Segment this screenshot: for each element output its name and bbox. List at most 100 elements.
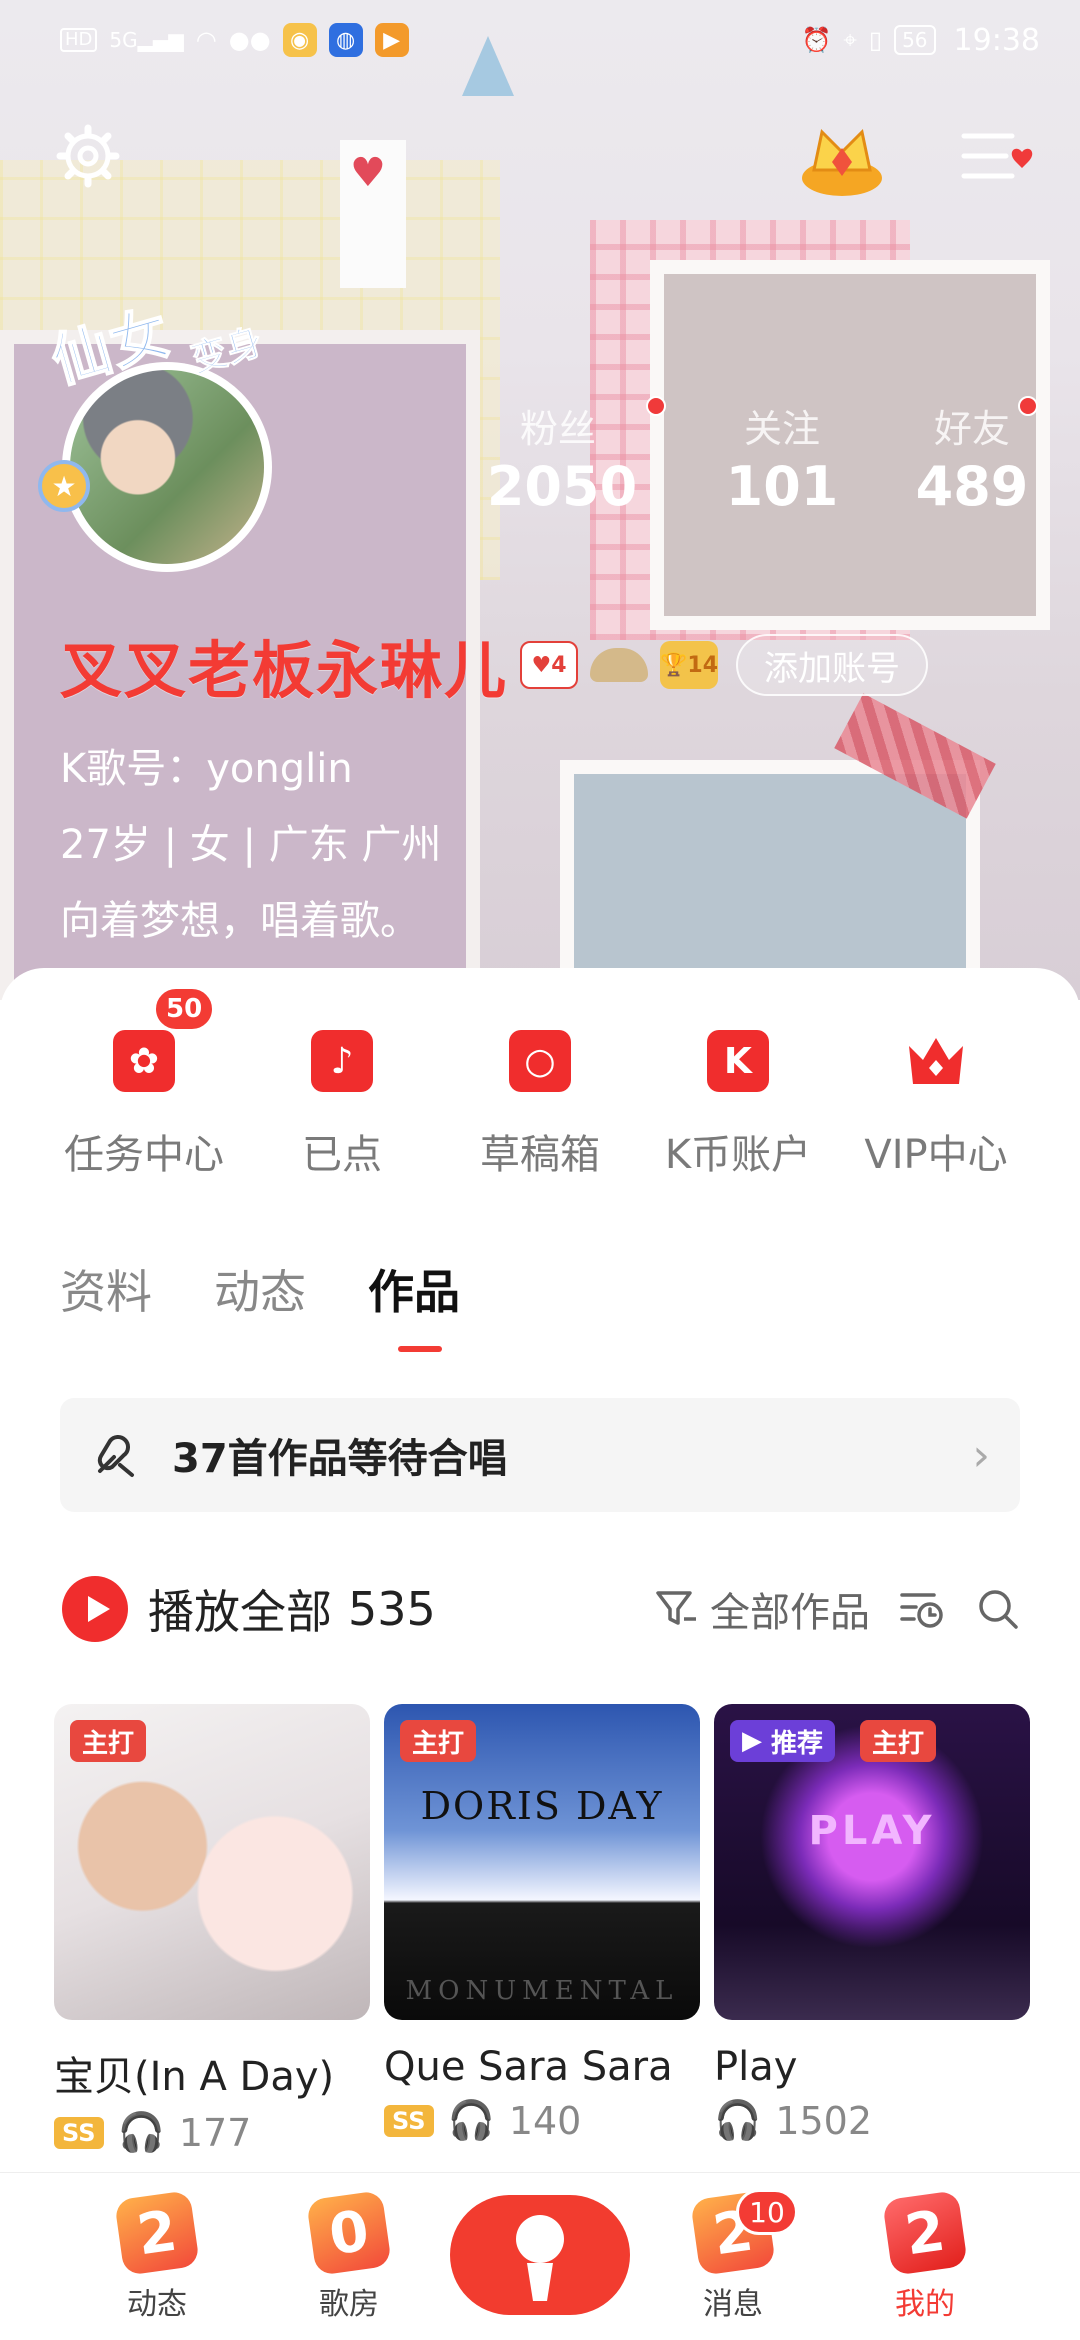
song-card[interactable]: 主打 DORIS DAY MONUMENTAL Que Sara Sara SS… bbox=[384, 1704, 700, 2143]
cover-subtitle: MONUMENTAL bbox=[405, 1976, 679, 2006]
wechat-icon: ●● bbox=[228, 26, 271, 54]
record-button[interactable] bbox=[450, 2195, 630, 2315]
draft-icon: ○ bbox=[509, 1030, 571, 1092]
app-notification-icon-blue: ◍ bbox=[328, 23, 363, 57]
duet-waiting-banner[interactable]: 37首作品等待合唱 › bbox=[60, 1398, 1020, 1512]
fans-notification-dot bbox=[646, 396, 666, 416]
hd-icon: HD bbox=[60, 28, 98, 52]
nav-label: 我的 bbox=[895, 2287, 955, 2322]
filter-icon bbox=[656, 1591, 696, 1625]
k-coin-account-button[interactable]: K K币账户 bbox=[638, 1030, 838, 1180]
avatar-image bbox=[70, 370, 264, 564]
microphone-icon bbox=[516, 2215, 564, 2301]
song-cover-image[interactable]: ▶ 推荐 主打 PLAY bbox=[714, 1704, 1030, 2020]
vip-center-button[interactable]: VIP中心 bbox=[836, 1030, 1036, 1180]
stat-label: 粉丝 bbox=[520, 407, 597, 451]
wifi-icon: ◠ bbox=[195, 26, 217, 54]
tab-feed[interactable]: 动态 bbox=[214, 1256, 306, 1322]
headphones-icon: 🎧 bbox=[117, 2110, 165, 2154]
quick-action-label: VIP中心 bbox=[864, 1132, 1008, 1178]
heart-level-number: 4 bbox=[551, 652, 567, 678]
tab-profile-info[interactable]: 资料 bbox=[60, 1256, 152, 1322]
signal-icon: 5G▂▄▆ bbox=[109, 28, 184, 52]
quick-action-label: K币账户 bbox=[664, 1132, 812, 1178]
bottom-navigation: 2 动态 0 歌房 2 10 消息 2 我的 bbox=[0, 2172, 1080, 2340]
user-info: 27岁 | 女 | 广东 广州 bbox=[60, 822, 442, 868]
quick-action-label: 任务中心 bbox=[64, 1132, 224, 1178]
stat-following[interactable]: 关注 101 bbox=[702, 398, 862, 518]
headphones-icon: 🎧 bbox=[447, 2098, 495, 2142]
menu-icon[interactable] bbox=[960, 130, 1040, 186]
song-title: Que Sara Sara bbox=[384, 2044, 673, 2090]
featured-tag: 主打 bbox=[70, 1720, 147, 1762]
requested-songs-button[interactable]: ♪ 已点 bbox=[242, 1030, 442, 1180]
clock: 19:38 bbox=[953, 22, 1040, 58]
sort-history-icon[interactable] bbox=[898, 1585, 946, 1633]
cover-title: PLAY bbox=[808, 1808, 936, 1854]
friends-notification-dot bbox=[1018, 396, 1038, 416]
app-notification-icon-orange: ▶ bbox=[374, 23, 409, 57]
stat-friends[interactable]: 好友 489 bbox=[892, 398, 1052, 518]
nav-label: 动态 bbox=[127, 2287, 187, 2322]
vip-level-badge-icon[interactable] bbox=[796, 118, 888, 204]
alarm-icon: ⏰ bbox=[801, 26, 832, 54]
profile-name-row: 叉叉老板永琳儿 ♥ 4 🏆 14 添加账号 bbox=[60, 620, 929, 710]
hat-icon bbox=[590, 648, 649, 682]
task-center-button[interactable]: ✿ 50 任务中心 bbox=[44, 986, 244, 1180]
nav-label: 歌房 bbox=[319, 2287, 379, 2322]
vibrate-icon: ▯ bbox=[868, 26, 883, 54]
k-song-id: K歌号：yonglin bbox=[60, 746, 353, 792]
stat-value: 101 bbox=[725, 455, 839, 518]
task-icon: ✿ 50 bbox=[113, 986, 216, 1092]
song-cover-image[interactable]: 主打 DORIS DAY MONUMENTAL bbox=[384, 1704, 700, 2020]
headphones-icon: 🎧 bbox=[714, 2098, 762, 2142]
quick-action-label: 草稿箱 bbox=[480, 1132, 600, 1178]
nav-song-room[interactable]: 0 歌房 bbox=[284, 2190, 414, 2323]
settings-gear-icon[interactable] bbox=[56, 124, 120, 188]
song-title: Play bbox=[714, 2044, 798, 2090]
nav-messages[interactable]: 2 10 消息 bbox=[668, 2189, 798, 2323]
song-cover-image[interactable]: 主打 bbox=[54, 1704, 370, 2020]
song-card[interactable]: 主打 宝贝(In A Day) SS 🎧 177 bbox=[54, 1704, 370, 2155]
nav-feed[interactable]: 2 动态 bbox=[92, 2190, 222, 2323]
trophy-level-number: 14 bbox=[687, 652, 719, 678]
username: 叉叉老板永琳儿 bbox=[60, 634, 509, 707]
play-count: 1502 bbox=[775, 2098, 873, 2143]
task-glyph: ✿ bbox=[128, 1040, 160, 1082]
play-all-label[interactable]: 播放全部 bbox=[148, 1576, 332, 1642]
add-account-button[interactable]: 添加账号 bbox=[736, 634, 929, 696]
trophy-icon: 🏆 14 bbox=[660, 641, 718, 689]
song-card[interactable]: ▶ 推荐 主打 PLAY Play 🎧 1502 bbox=[714, 1704, 1030, 2143]
avatar[interactable]: 仙女 变身 ★ bbox=[38, 297, 280, 580]
background-heart-flag bbox=[340, 140, 406, 288]
duet-icon bbox=[97, 1435, 134, 1477]
heart-level-icon: ♥ 4 bbox=[520, 641, 579, 689]
music-note-icon: ♪ bbox=[311, 1030, 373, 1092]
cover-title: DORIS DAY bbox=[420, 1784, 664, 1828]
nav-me[interactable]: 2 我的 bbox=[860, 2190, 990, 2323]
status-bar: HD 5G▂▄▆ ◠ ●● ◉ ◍ ▶ ⏰ ⌖ ▯ 56 19:38 bbox=[0, 0, 1080, 80]
play-all-row: 播放全部 535 全部作品 bbox=[62, 1574, 1022, 1644]
featured-tag: 主打 bbox=[400, 1720, 477, 1762]
filter-button[interactable]: 全部作品 bbox=[652, 1580, 870, 1638]
me-icon: 2 bbox=[882, 2190, 968, 2276]
user-bio: 向着梦想，唱着歌。 bbox=[60, 898, 420, 944]
profile-tabs: 资料 动态 作品 bbox=[60, 1256, 460, 1322]
quality-badge: SS bbox=[384, 2104, 434, 2137]
works-count: 535 bbox=[348, 1582, 436, 1636]
quick-action-label: 已点 bbox=[302, 1132, 382, 1178]
play-all-icon[interactable] bbox=[62, 1576, 128, 1642]
drafts-button[interactable]: ○ 草稿箱 bbox=[440, 1030, 640, 1180]
stat-label: 关注 bbox=[743, 407, 820, 451]
recommend-tag-text: 推荐 bbox=[771, 1728, 824, 1759]
quality-badge: SS bbox=[54, 2116, 104, 2149]
location-icon: ⌖ bbox=[843, 26, 857, 54]
recommend-tag: ▶ 推荐 bbox=[730, 1720, 836, 1762]
search-icon[interactable] bbox=[974, 1585, 1022, 1633]
stat-value: 489 bbox=[915, 455, 1029, 518]
star-icon: ★ bbox=[38, 460, 90, 512]
tab-works[interactable]: 作品 bbox=[368, 1256, 460, 1322]
feed-icon: 2 bbox=[114, 2190, 200, 2276]
stat-fans[interactable]: 粉丝 2050 bbox=[482, 398, 642, 518]
song-room-icon: 0 bbox=[306, 2190, 392, 2276]
